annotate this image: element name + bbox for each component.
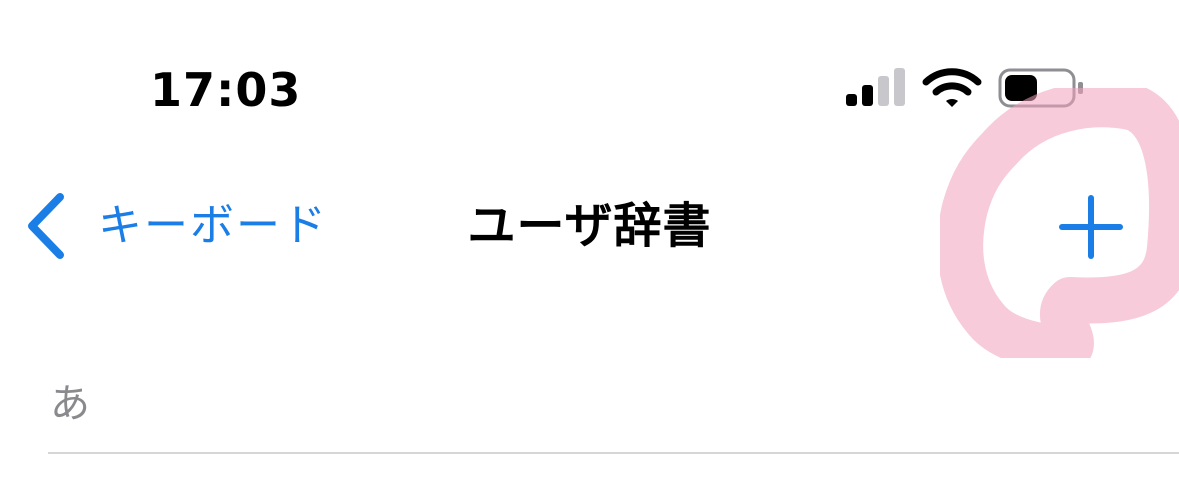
plus-icon <box>1059 195 1123 259</box>
cellular-signal-icon <box>846 68 905 106</box>
add-button[interactable] <box>1058 194 1124 260</box>
divider <box>48 452 1179 454</box>
signal-bar-1 <box>846 94 857 106</box>
signal-bar-4 <box>894 68 905 106</box>
signal-bar-2 <box>862 85 873 106</box>
battery-fill <box>1005 75 1037 101</box>
wifi-icon <box>922 68 982 107</box>
section-header: あ <box>50 381 90 427</box>
status-time: 17:03 <box>150 63 302 117</box>
signal-bar-3 <box>878 76 889 106</box>
page-title: ユーザ辞書 <box>0 190 1179 262</box>
battery-icon <box>998 68 1083 108</box>
page-title-text: ユーザ辞書 <box>467 198 712 254</box>
